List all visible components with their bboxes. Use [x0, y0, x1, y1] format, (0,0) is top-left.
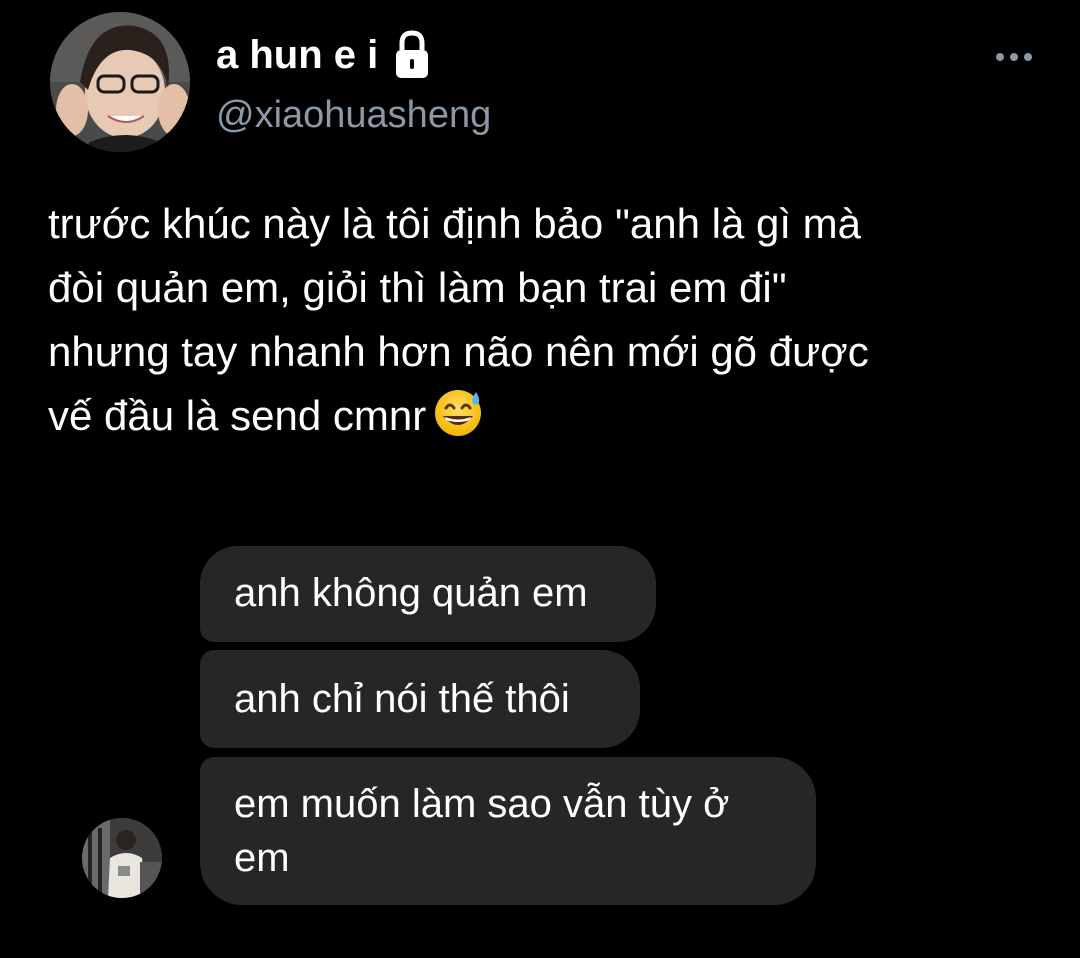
tweet-text-line-last: vế đầu là send cmnr	[48, 384, 1038, 448]
tweet-text-line: nhưng tay nhanh hơn não nên mới gõ được	[48, 328, 869, 375]
grinning-face-with-sweat-icon	[435, 390, 482, 436]
tweet-text: trước khúc này là tôi định bảo "anh là g…	[48, 192, 1038, 448]
more-icon[interactable]	[994, 46, 1034, 68]
chat-avatar-photo-icon	[82, 818, 162, 898]
author-avatar[interactable]	[50, 12, 190, 152]
chat-message-bubble: anh chỉ nói thế thôi	[200, 650, 640, 748]
profile-photo-icon	[50, 12, 190, 152]
chat-message-bubble: em muốn làm sao vẫn tùy ở em	[200, 757, 816, 905]
tweet-text-line-content: vế đầu là send cmnr	[48, 392, 427, 439]
chat-message-text: anh không quản em	[234, 571, 588, 615]
chat-message-text: anh chỉ nói thế thôi	[234, 677, 570, 721]
chat-message-text: em muốn làm sao vẫn tùy ở em	[234, 782, 730, 880]
author-handle[interactable]: @xiaohuasheng	[216, 92, 491, 138]
chat-sender-avatar	[82, 818, 162, 898]
author-display-name[interactable]: a hun e i	[216, 30, 432, 80]
tweet-text-line: trước khúc này là tôi định bảo "anh là g…	[48, 200, 862, 247]
chat-message-bubble: anh không quản em	[200, 546, 656, 642]
tweet-text-line: đòi quản em, giỏi thì làm bạn trai em đi…	[48, 264, 787, 311]
lock-icon	[396, 30, 429, 78]
author-name-text: a hun e i	[216, 33, 379, 77]
